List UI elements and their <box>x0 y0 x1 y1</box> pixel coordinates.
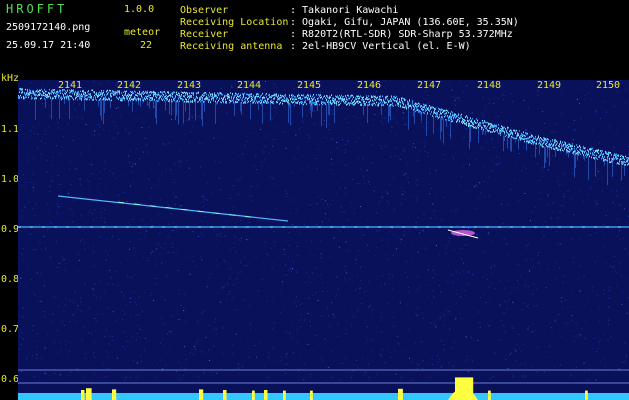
antenna-label: Receiving antenna <box>180 41 283 52</box>
observer-label: Observer <box>180 5 229 16</box>
activity-burst <box>585 390 588 400</box>
spectrogram-canvas <box>18 80 629 400</box>
location-value: : Ogaki, Gifu, JAPAN (136.60E, 35.35N) <box>290 17 519 28</box>
x-tick-label: 2141 <box>58 80 83 91</box>
receiver-label: Receiver <box>180 29 229 40</box>
y-tick-label: 0.6 <box>1 374 20 385</box>
activity-burst <box>283 390 286 400</box>
spectrogram-background <box>18 80 629 400</box>
app-logo: HROFFT <box>6 2 68 16</box>
unit-label: kHz <box>1 73 20 84</box>
meteor-count: 22 <box>140 40 153 51</box>
activity-burst <box>264 390 268 400</box>
activity-burst <box>112 389 117 400</box>
activity-burst <box>488 390 491 400</box>
y-tick-label: 1.0 <box>1 174 20 185</box>
x-tick-label: 2150 <box>596 80 621 91</box>
x-tick-label: 2144 <box>237 80 262 91</box>
meteor-echo <box>451 230 475 236</box>
x-tick-label: 2147 <box>417 80 442 91</box>
spectrogram <box>18 80 629 400</box>
x-tick-label: 2149 <box>537 80 562 91</box>
observation-datetime: 25.09.17 21:40 <box>6 40 91 51</box>
x-tick-label: 2143 <box>177 80 202 91</box>
activity-burst <box>223 390 227 400</box>
activity-burst <box>310 390 313 400</box>
y-tick-label: 0.8 <box>1 274 20 285</box>
location-label: Receiving Location <box>180 17 289 28</box>
activity-bar <box>18 393 629 400</box>
antenna-value: : 2el-HB9CV Vertical (el. E-W) <box>290 41 471 52</box>
x-tick-label: 2142 <box>117 80 142 91</box>
y-tick-label: 1.1 <box>1 124 20 135</box>
hrofft-window: HROFFT 1.0.0 2509172140.png 25.09.17 21:… <box>0 0 629 400</box>
activity-burst <box>81 390 85 400</box>
app-version: 1.0.0 <box>124 4 155 15</box>
activity-burst <box>398 388 403 400</box>
x-tick-label: 2145 <box>297 80 322 91</box>
meteor-label: meteor <box>124 27 161 38</box>
receiver-value: : R820T2(RTL-SDR) SDR-Sharp 53.372MHz <box>290 29 513 40</box>
observer-value: : Takanori Kawachi <box>290 5 399 16</box>
activity-burst <box>86 388 92 400</box>
image-filename: 2509172140.png <box>6 22 91 33</box>
x-tick-label: 2146 <box>357 80 382 91</box>
activity-burst <box>199 389 204 400</box>
y-tick-label: 0.7 <box>1 324 20 335</box>
x-tick-label: 2148 <box>477 80 502 91</box>
y-tick-label: 0.9 <box>1 224 20 235</box>
activity-burst <box>252 390 255 400</box>
